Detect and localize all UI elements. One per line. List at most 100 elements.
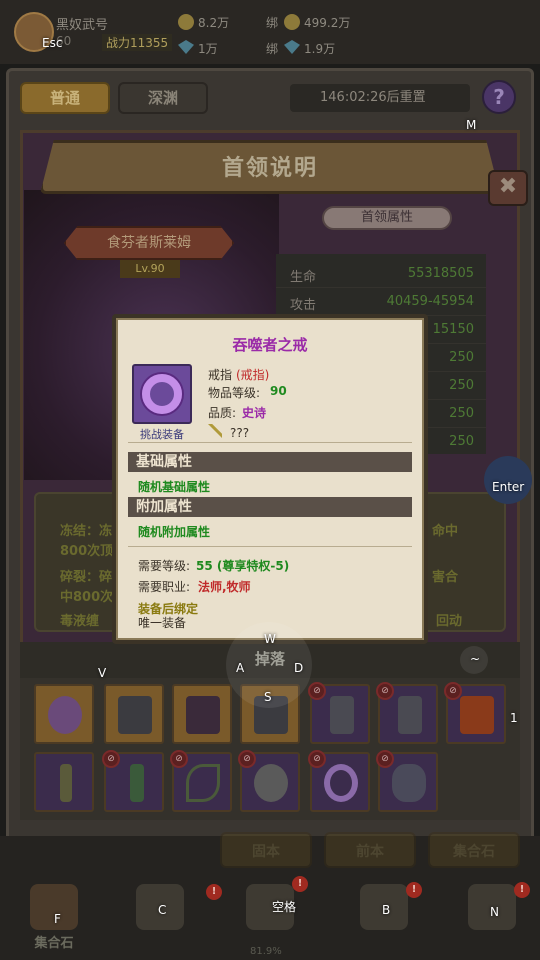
gem-value: 1万: [198, 42, 218, 56]
key-hint-b: B: [382, 903, 391, 917]
stat-label: 生命: [290, 270, 317, 285]
player-battle-power: 战力11355: [102, 34, 173, 51]
key-hint-c: C: [158, 903, 167, 917]
bow-icon: [186, 764, 220, 802]
item-title: 吞噬者之戒: [232, 336, 308, 354]
unique-text: 唯一装备: [138, 616, 187, 630]
stat-row: 生命 55318505: [276, 260, 486, 288]
skill-text: 中800次: [60, 590, 114, 605]
gold-icon: [178, 14, 194, 30]
slot-label: 戒指: [208, 368, 233, 382]
skill-text: 害合: [432, 570, 459, 585]
drop-slot-helmet-2[interactable]: [172, 684, 232, 744]
divider: [128, 442, 412, 443]
skill-text: 毒液缠: [60, 614, 100, 629]
key-hint-m: M: [466, 118, 477, 132]
bound-gold-icon: [284, 14, 300, 30]
nav-item-4[interactable]: !: [336, 880, 432, 960]
boss-name: 食芬者斯莱姆: [64, 226, 234, 260]
skill-text: 碎裂：碎: [60, 570, 113, 585]
stat-value: 250: [449, 406, 474, 421]
helmet-icon: [186, 696, 220, 734]
ban-icon: ⊘: [444, 682, 462, 700]
ban-icon: ⊘: [238, 750, 256, 768]
drop-slot-flame[interactable]: ⊘: [444, 682, 506, 744]
req-level-value: 55 (尊享特权-5): [196, 559, 290, 573]
shoulder-icon: [330, 696, 354, 734]
drop-slot-sword[interactable]: [34, 752, 94, 812]
close-button[interactable]: ✖: [488, 170, 528, 206]
bound-label: 绑: [266, 16, 279, 30]
item-level-label: 物品等级:: [208, 386, 261, 400]
key-hint-1: 1: [510, 711, 518, 725]
drop-slot-orb[interactable]: ⊘: [376, 750, 438, 812]
ring-icon: [142, 374, 182, 414]
bracer-icon: [254, 764, 288, 802]
nav-button-2[interactable]: 前本: [324, 832, 416, 868]
key-hint-f: F: [54, 912, 61, 926]
drop-slot-blade[interactable]: ⊘: [102, 750, 164, 812]
nav-item-2[interactable]: !: [112, 880, 222, 960]
key-hint-n: N: [490, 905, 499, 919]
extra-attr-header: 附加属性: [128, 497, 412, 517]
item-icon-box: [132, 364, 192, 424]
shoulder-icon: [398, 696, 422, 734]
bound-gem-value: 1.9万: [304, 42, 336, 56]
key-hint-esc: Esc: [42, 36, 63, 50]
ban-icon: ⊘: [308, 750, 326, 768]
drop-slot-ring[interactable]: ⊘: [308, 750, 370, 812]
unknown-value: ???: [230, 426, 250, 440]
skill-text: 800次顶: [60, 544, 114, 559]
key-hint-space: 空格: [272, 900, 297, 914]
badge-icon: !: [406, 882, 422, 898]
key-hint-enter: Enter: [492, 480, 525, 494]
nav-item-label: 集合石: [34, 936, 74, 951]
flame-icon: [460, 696, 494, 734]
skill-text: 回动: [436, 614, 463, 629]
stat-value: 250: [449, 378, 474, 393]
quality-label: 品质:: [208, 406, 237, 420]
drop-slot-bracer[interactable]: ⊘: [238, 750, 300, 812]
drop-slot-shoulder[interactable]: ⊘: [308, 682, 370, 744]
drop-slot-shoulder-2[interactable]: ⊘: [376, 682, 438, 744]
base-attr-random: 随机基础属性: [138, 480, 211, 494]
key-hint-v: V: [98, 666, 107, 680]
ban-icon: ⊘: [102, 750, 120, 768]
skill-text: 命中: [432, 524, 459, 539]
stat-value: 250: [449, 434, 474, 449]
drop-slot-beetle[interactable]: [34, 684, 94, 744]
key-hint-a: A: [236, 661, 245, 675]
boss-level: Lv.90: [120, 260, 180, 278]
orb-icon: [392, 764, 426, 802]
sword-icon: [60, 764, 72, 802]
ban-icon: ⊘: [308, 682, 326, 700]
ring-icon: [324, 764, 358, 802]
quality-value: 史诗: [242, 406, 267, 420]
slot-value: (戒指): [236, 368, 270, 382]
stat-value: 55318505: [407, 266, 474, 281]
nav-button-3[interactable]: 集合石: [428, 832, 520, 868]
ban-icon: ⊘: [376, 682, 394, 700]
helmet-icon: [118, 696, 152, 734]
stat-value: 40459-45954: [386, 294, 474, 309]
boss-panel-title: 首领说明: [221, 156, 318, 181]
drop-slot-helmet[interactable]: [104, 684, 164, 744]
bound-label-2: 绑: [266, 42, 279, 56]
nav-item-5[interactable]: !: [444, 880, 540, 960]
skill-text: 冻结：冻: [60, 524, 113, 539]
drop-slot-bow[interactable]: ⊘: [170, 750, 232, 812]
boss-attr-tag[interactable]: 首领属性: [322, 206, 452, 230]
divider: [128, 546, 412, 547]
req-class-value: 法师,牧师: [198, 580, 251, 594]
badge-icon: !: [206, 884, 222, 900]
tab-abyss[interactable]: 深渊: [118, 82, 208, 114]
badge-icon: !: [292, 876, 308, 892]
req-level-label: 需要等级:: [138, 559, 191, 573]
req-class-label: 需要职业:: [138, 580, 191, 594]
nav-button-1[interactable]: 固本: [220, 832, 312, 868]
blade-icon: [130, 764, 144, 802]
base-attr-header: 基础属性: [128, 452, 412, 472]
tab-normal[interactable]: 普通: [20, 82, 110, 114]
ban-icon: ⊘: [170, 750, 188, 768]
help-button[interactable]: ?: [482, 80, 516, 114]
